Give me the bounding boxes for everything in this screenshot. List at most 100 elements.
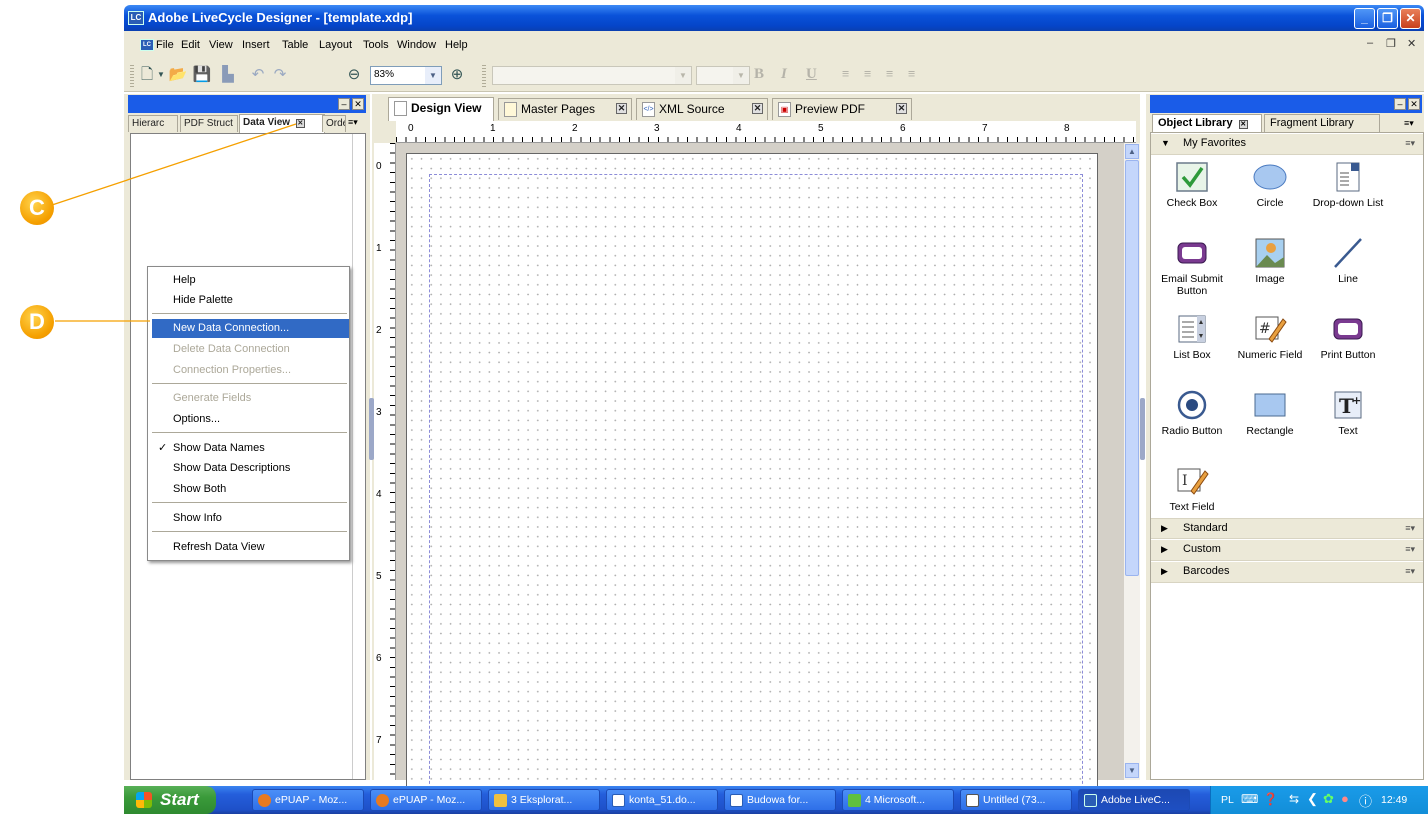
menu-help[interactable]: Help xyxy=(445,39,468,51)
object-text[interactable]: T + Text xyxy=(1309,389,1387,437)
mdi-minimize-icon[interactable]: – xyxy=(1367,37,1373,49)
tab-close-icon[interactable]: ✕ xyxy=(752,103,763,114)
info-icon[interactable]: ⓘ xyxy=(1359,791,1372,810)
menu-item-generate-fields[interactable]: Generate Fields xyxy=(152,389,349,408)
undo-icon[interactable]: ↶ xyxy=(248,65,268,85)
underline-icon[interactable]: U xyxy=(806,66,817,83)
tab-order[interactable]: Orde xyxy=(322,115,346,132)
italic-icon[interactable]: I xyxy=(781,66,787,83)
minimize-icon[interactable]: _ xyxy=(1354,8,1375,29)
zoom-in-icon[interactable]: ⊕ xyxy=(447,65,467,85)
design-canvas[interactable] xyxy=(396,143,1124,804)
mdi-restore-icon[interactable]: ❐ xyxy=(1386,37,1396,50)
palette-header[interactable]: – ✕ xyxy=(128,95,366,113)
scroll-up-icon[interactable]: ▲ xyxy=(1125,144,1139,159)
zoom-out-icon[interactable]: ⊖ xyxy=(344,65,364,85)
left-splitter-handle[interactable] xyxy=(369,398,374,460)
taskbar-button-word-2[interactable]: Budowa for... xyxy=(724,789,836,811)
object-check-box[interactable]: Check Box xyxy=(1153,161,1231,209)
object-numeric-field[interactable]: # Numeric Field xyxy=(1231,313,1309,361)
tab-close-icon[interactable]: ✕ xyxy=(295,119,305,128)
right-splitter-handle[interactable] xyxy=(1140,398,1145,460)
mdi-close-icon[interactable]: ✕ xyxy=(1407,37,1416,50)
section-menu-icon[interactable]: ≡▾ xyxy=(1405,523,1415,534)
object-text-field[interactable]: I Text Field xyxy=(1153,465,1231,513)
help-icon[interactable]: ❓ xyxy=(1263,792,1278,806)
vertical-scrollbar[interactable]: ▲ ▼ xyxy=(1124,143,1140,780)
form-page[interactable] xyxy=(406,153,1098,804)
tab-master-pages[interactable]: Master Pages ✕ xyxy=(498,98,632,120)
bold-icon[interactable]: B xyxy=(754,66,764,83)
align-right-icon[interactable]: ≡ xyxy=(886,66,893,82)
taskbar-button-explorer[interactable]: 3 Eksplorat... xyxy=(488,789,600,811)
palette-minimize-icon[interactable]: – xyxy=(1394,98,1406,110)
tab-object-library[interactable]: Object Library ✕ xyxy=(1152,114,1262,132)
menu-item-delete-data-connection[interactable]: Delete Data Connection xyxy=(152,340,349,359)
align-left-icon[interactable]: ≡ xyxy=(842,66,849,82)
palette-header[interactable]: – ✕ xyxy=(1150,95,1422,113)
maximize-icon[interactable]: ❐ xyxy=(1377,8,1398,29)
menu-table[interactable]: Table xyxy=(282,39,308,51)
chevron-down-icon[interactable]: ▼ xyxy=(156,65,166,85)
palette-menu-icon[interactable]: ≡▾ xyxy=(1404,118,1414,129)
section-standard[interactable]: ▶ Standard ≡▾ xyxy=(1151,518,1423,539)
open-folder-icon[interactable]: 📂 xyxy=(168,65,188,85)
section-menu-icon[interactable]: ≡▾ xyxy=(1405,566,1415,577)
zoom-combo[interactable]: 83% ▼ xyxy=(370,66,442,85)
language-indicator[interactable]: PL xyxy=(1221,794,1234,806)
object-line[interactable]: Line xyxy=(1309,237,1387,285)
keyboard-icon[interactable]: ⌨ xyxy=(1241,792,1258,806)
object-rectangle[interactable]: Rectangle xyxy=(1231,389,1309,437)
start-button[interactable]: Start xyxy=(124,786,216,814)
tab-fragment-library[interactable]: Fragment Library xyxy=(1264,114,1380,132)
menu-layout[interactable]: Layout xyxy=(319,39,352,51)
network-icon[interactable]: ⇆ xyxy=(1289,792,1299,806)
document-icon[interactable]: LC xyxy=(140,39,154,51)
taskbar-button-firefox-2[interactable]: ePUAP - Moz... xyxy=(370,789,482,811)
menu-tools[interactable]: Tools xyxy=(363,39,389,51)
tab-close-icon[interactable]: ✕ xyxy=(616,103,627,114)
scroll-thumb[interactable] xyxy=(1125,160,1139,576)
tab-pdf-structure[interactable]: PDF Struct xyxy=(180,115,238,132)
section-my-favorites[interactable]: ▼ My Favorites ≡▾ xyxy=(1151,134,1423,155)
object-list-box[interactable]: List Box xyxy=(1153,313,1231,361)
stamp-icon[interactable]: ▙ xyxy=(218,65,238,85)
taskbar-button-word-1[interactable]: konta_51.do... xyxy=(606,789,718,811)
menu-item-hide-palette[interactable]: Hide Palette xyxy=(152,291,349,310)
object-radio-button[interactable]: Radio Button xyxy=(1153,389,1231,437)
section-custom[interactable]: ▶ Custom ≡▾ xyxy=(1151,540,1423,561)
menu-item-show-data-names[interactable]: ✓ Show Data Names xyxy=(152,439,349,458)
taskbar-button-firefox-1[interactable]: ePUAP - Moz... xyxy=(252,789,364,811)
menu-window[interactable]: Window xyxy=(397,39,436,51)
palette-close-icon[interactable]: ✕ xyxy=(1408,98,1420,110)
menu-item-refresh-data-view[interactable]: Refresh Data View xyxy=(152,538,349,557)
palette-close-icon[interactable]: ✕ xyxy=(352,98,364,110)
menu-item-show-data-descriptions[interactable]: Show Data Descriptions xyxy=(152,459,349,478)
menu-item-show-info[interactable]: Show Info xyxy=(152,509,349,528)
taskbar-button-untitled[interactable]: Untitled (73... xyxy=(960,789,1072,811)
tab-close-icon[interactable]: ✕ xyxy=(896,103,907,114)
object-print-button[interactable]: Print Button xyxy=(1309,313,1387,361)
menu-item-connection-properties[interactable]: Connection Properties... xyxy=(152,361,349,380)
scroll-down-icon[interactable]: ▼ xyxy=(1125,763,1139,778)
font-size-combo[interactable]: ▼ xyxy=(696,66,750,85)
object-drop-down-list[interactable]: Drop-down List xyxy=(1309,161,1387,209)
palette-minimize-icon[interactable]: – xyxy=(338,98,350,110)
taskbar-button-livecycle[interactable]: Adobe LiveC... xyxy=(1078,789,1190,811)
tab-xml-source[interactable]: </> XML Source ✕ xyxy=(636,98,768,120)
title-bar[interactable]: LC Adobe LiveCycle Designer - [template.… xyxy=(124,5,1424,31)
menu-item-new-data-connection[interactable]: New Data Connection... xyxy=(152,319,349,338)
chevron-down-icon[interactable]: ▼ xyxy=(425,67,441,84)
menu-file[interactable]: File xyxy=(156,39,174,51)
menu-item-help[interactable]: Help xyxy=(152,271,349,290)
tray-app-icon[interactable]: ✿ xyxy=(1323,791,1334,807)
toolbar-grip[interactable] xyxy=(130,65,134,87)
font-name-combo[interactable]: ▼ xyxy=(492,66,692,85)
menu-item-show-both[interactable]: Show Both xyxy=(152,480,349,499)
menu-item-options[interactable]: Options... xyxy=(152,410,349,429)
section-barcodes[interactable]: ▶ Barcodes ≡▾ xyxy=(1151,562,1423,583)
object-circle[interactable]: Circle xyxy=(1231,161,1309,209)
taskbar-button-microsoft[interactable]: 4 Microsoft... xyxy=(842,789,954,811)
save-icon[interactable]: 💾 xyxy=(192,65,212,85)
tab-hierarchy[interactable]: Hierarc xyxy=(128,115,178,132)
